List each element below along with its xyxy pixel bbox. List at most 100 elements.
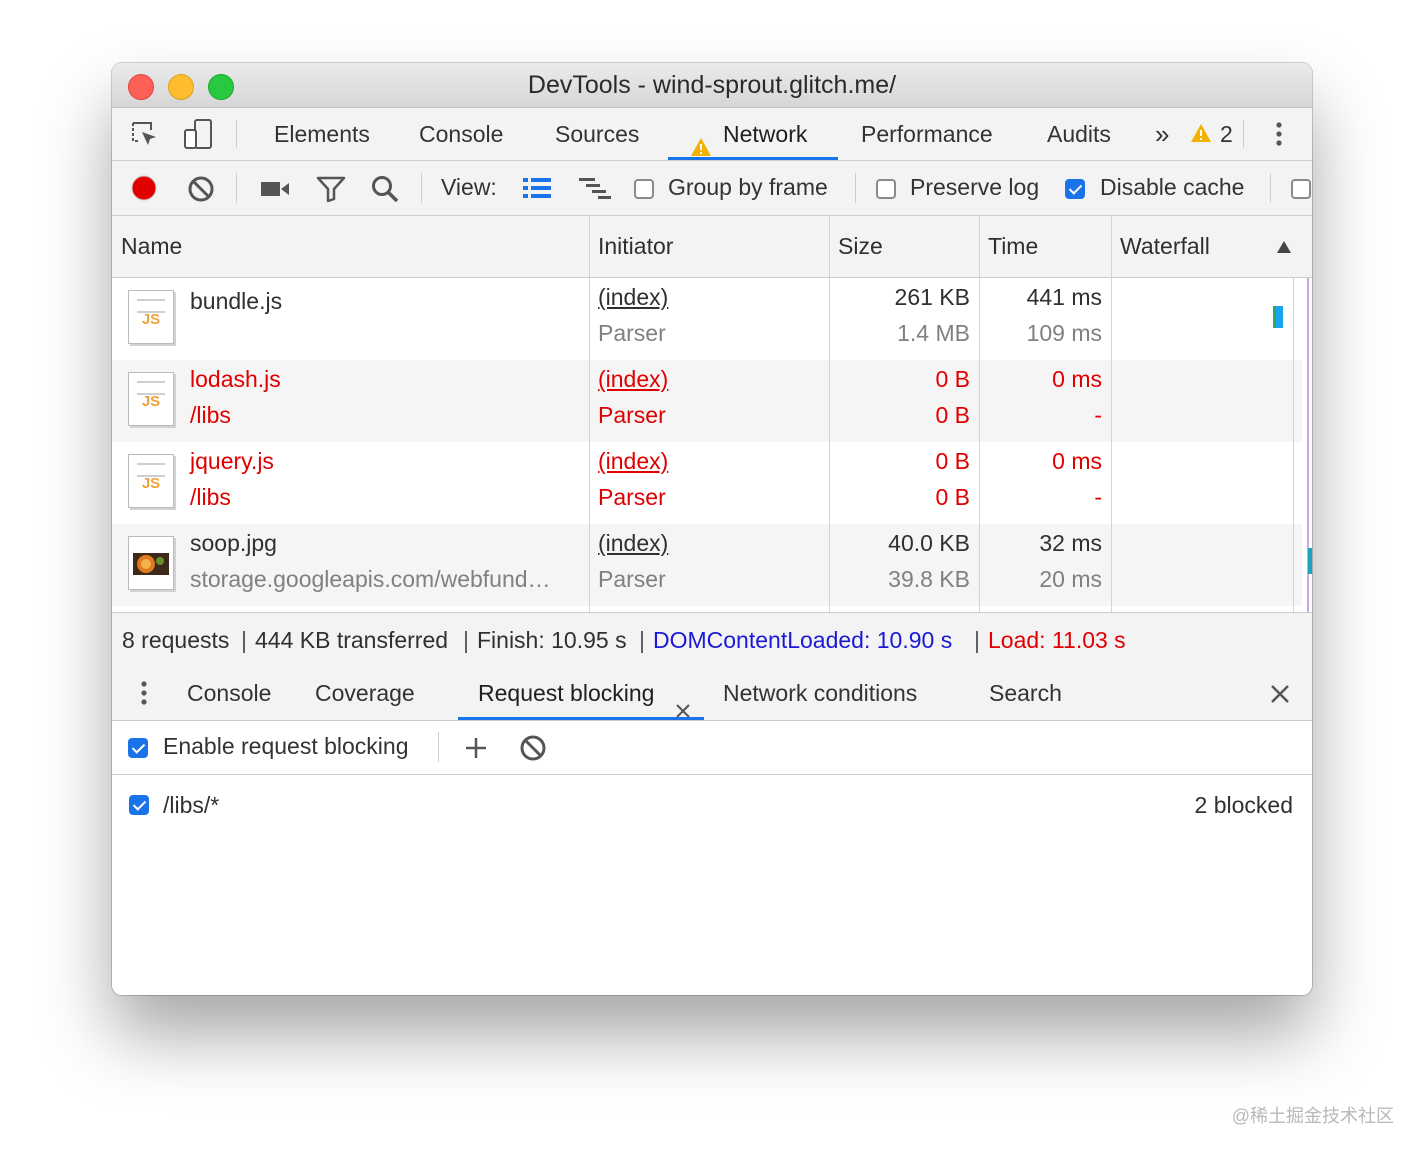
- large-request-rows-icon[interactable]: [522, 177, 552, 204]
- preserve-log-label[interactable]: Preserve log: [910, 174, 1039, 201]
- initiator-link[interactable]: (index): [598, 448, 668, 475]
- filter-icon[interactable]: [316, 175, 346, 208]
- pattern-text[interactable]: /libs/*: [163, 792, 219, 819]
- drawer-menu-icon[interactable]: [138, 679, 150, 714]
- waterfall-grid-line: [1293, 278, 1294, 612]
- js-file-icon: JS: [128, 290, 174, 344]
- drawer-tab-strip: Console Coverage Request blocking Networ…: [112, 667, 1312, 721]
- offline-checkbox[interactable]: [1291, 179, 1311, 199]
- table-row[interactable]: soop.jpg storage.googleapis.com/webfund……: [112, 524, 1302, 606]
- time-total: 32 ms: [1039, 530, 1102, 556]
- view-label: View:: [441, 174, 497, 200]
- size-resource: 39.8 KB: [888, 566, 970, 592]
- preserve-log-checkbox[interactable]: [876, 179, 896, 199]
- enable-request-blocking-label[interactable]: Enable request blocking: [163, 733, 409, 760]
- blocked-patterns-list: /libs/* 2 blocked: [112, 775, 1312, 995]
- request-path: /libs: [190, 402, 231, 428]
- drawer-tab-network-conditions[interactable]: Network conditions: [723, 667, 917, 720]
- size-transferred: 261 KB: [894, 284, 970, 310]
- initiator-link[interactable]: (index): [598, 366, 668, 393]
- request-name[interactable]: jquery.js: [190, 448, 274, 475]
- size-resource: 1.4 MB: [897, 320, 970, 346]
- sort-ascending-icon[interactable]: [1276, 240, 1292, 259]
- column-divider[interactable]: [1111, 216, 1112, 612]
- enable-request-blocking-checkbox[interactable]: [128, 738, 148, 758]
- toolbar-divider: [421, 173, 422, 203]
- initiator-type: Parser: [598, 484, 666, 510]
- network-summary-bar: 8 requests | 444 KB transferred | Finish…: [112, 612, 1312, 668]
- tab-network-label: Network: [723, 121, 808, 147]
- inspect-element-icon[interactable]: [130, 120, 160, 155]
- column-divider[interactable]: [589, 216, 590, 612]
- disable-cache-checkbox[interactable]: [1065, 179, 1085, 199]
- request-path: storage.googleapis.com/webfund…: [190, 566, 551, 592]
- toolbar-divider: [236, 173, 237, 203]
- table-row[interactable]: JS lodash.js /libs (index) Parser 0 B 0 …: [112, 360, 1302, 442]
- toolbar-divider: [1243, 120, 1244, 148]
- drawer-tab-search[interactable]: Search: [989, 667, 1062, 720]
- table-row[interactable]: JS bundle.js (index) Parser 261 KB 1.4 M…: [112, 278, 1302, 360]
- time-latency: -: [1094, 402, 1102, 428]
- tab-elements[interactable]: Elements: [274, 108, 370, 160]
- drawer-tab-console[interactable]: Console: [187, 667, 271, 720]
- add-pattern-icon[interactable]: [464, 736, 488, 765]
- close-drawer-icon[interactable]: [1269, 683, 1291, 710]
- group-by-frame-label[interactable]: Group by frame: [668, 174, 828, 201]
- summary-load: Load: 11.03 s: [988, 627, 1126, 653]
- drawer-tab-request-blocking[interactable]: Request blocking: [458, 667, 704, 720]
- column-header-initiator[interactable]: Initiator: [598, 233, 673, 260]
- watermark: @稀土掘金技术社区: [1231, 1106, 1394, 1126]
- column-divider[interactable]: [829, 216, 830, 612]
- group-by-frame-checkbox[interactable]: [634, 179, 654, 199]
- time-total: 0 ms: [1052, 366, 1102, 392]
- column-header-waterfall[interactable]: Waterfall: [1120, 233, 1210, 260]
- column-header-size[interactable]: Size: [838, 233, 883, 260]
- more-tabs-chevron-icon[interactable]: »: [1155, 108, 1169, 160]
- warning-count[interactable]: 2: [1220, 108, 1233, 160]
- tab-network[interactable]: Network: [668, 108, 838, 160]
- summary-finish: Finish: 10.95 s: [477, 627, 627, 653]
- image-thumbnail-icon: [128, 536, 174, 590]
- capture-screenshots-icon[interactable]: [260, 179, 290, 204]
- time-total: 0 ms: [1052, 448, 1102, 474]
- tab-audits[interactable]: Audits: [1047, 108, 1111, 160]
- request-name[interactable]: lodash.js: [190, 366, 281, 393]
- overview-waterfall-icon[interactable]: [578, 177, 612, 206]
- summary-divider: |: [463, 627, 469, 653]
- size-transferred: 40.0 KB: [888, 530, 970, 556]
- clear-icon[interactable]: [187, 175, 215, 208]
- remove-all-patterns-icon[interactable]: [519, 734, 547, 767]
- summary-divider: |: [974, 627, 980, 653]
- time-latency: 109 ms: [1026, 320, 1102, 346]
- request-name[interactable]: bundle.js: [190, 288, 282, 315]
- tab-performance[interactable]: Performance: [861, 108, 993, 160]
- summary-transferred: 444 KB transferred: [255, 627, 449, 653]
- main-tab-strip: Elements Console Sources Network Perform…: [112, 108, 1312, 161]
- initiator-type: Parser: [598, 402, 666, 428]
- drawer-tab-coverage[interactable]: Coverage: [315, 667, 415, 720]
- pattern-checkbox[interactable]: [129, 795, 149, 815]
- toolbar-divider: [236, 120, 237, 148]
- table-row[interactable]: JS jquery.js /libs (index) Parser 0 B 0 …: [112, 442, 1302, 524]
- record-icon[interactable]: [130, 174, 158, 207]
- size-transferred: 0 B: [935, 366, 970, 392]
- summary-requests: 8 requests: [122, 627, 230, 653]
- disable-cache-label[interactable]: Disable cache: [1100, 174, 1244, 201]
- js-file-icon: JS: [128, 454, 174, 508]
- device-toolbar-icon[interactable]: [182, 118, 214, 157]
- search-icon[interactable]: [370, 174, 400, 209]
- tab-console[interactable]: Console: [419, 108, 503, 160]
- list-item[interactable]: /libs/* 2 blocked: [112, 775, 1312, 835]
- initiator-link[interactable]: (index): [598, 284, 668, 311]
- time-latency: 20 ms: [1039, 566, 1102, 592]
- tab-sources[interactable]: Sources: [555, 108, 639, 160]
- initiator-type: Parser: [598, 566, 666, 592]
- column-divider[interactable]: [979, 216, 980, 612]
- warning-count-icon[interactable]: [1190, 123, 1212, 148]
- request-name[interactable]: soop.jpg: [190, 530, 277, 557]
- initiator-type: Parser: [598, 320, 666, 346]
- column-header-time[interactable]: Time: [988, 233, 1038, 260]
- initiator-link[interactable]: (index): [598, 530, 668, 557]
- column-header-name[interactable]: Name: [121, 233, 182, 260]
- kebab-menu-icon[interactable]: [1272, 120, 1286, 155]
